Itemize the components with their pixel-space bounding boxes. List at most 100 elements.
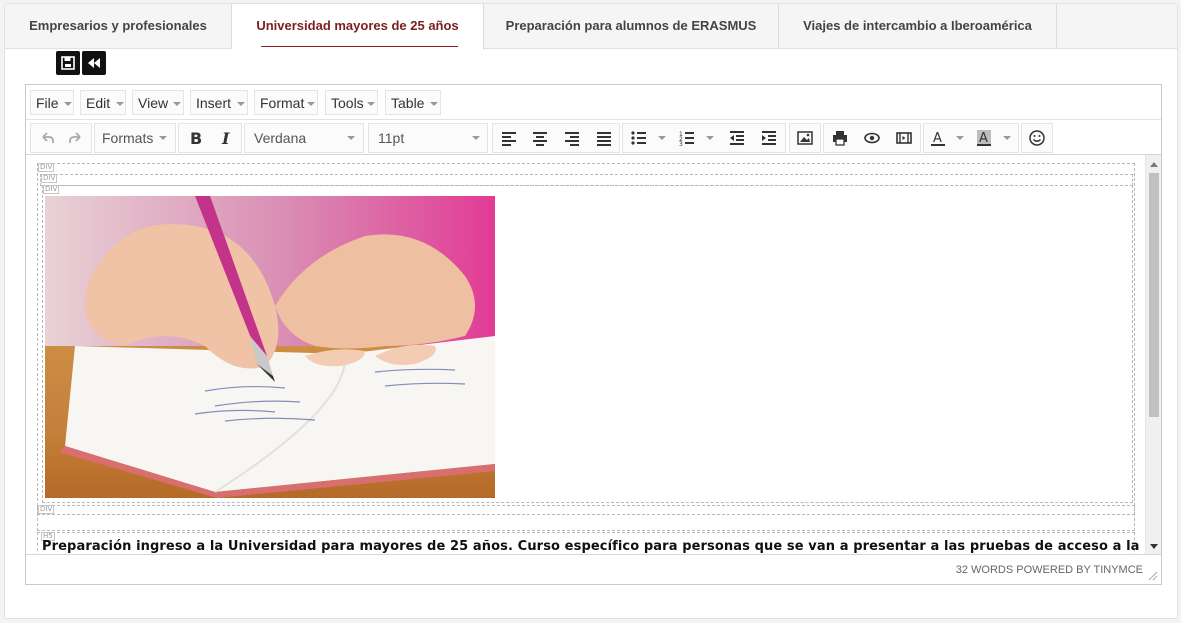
active-tab-underline [261,46,458,47]
svg-text:B: B [190,130,202,146]
menu-label: Table [391,95,425,111]
editor-statusbar: 32 WORDS POWERED BY TINYMCE [26,554,1161,584]
word-count-status: 32 WORDS POWERED BY TINYMCE [955,564,1143,576]
bullet-list-dropdown[interactable] [658,136,666,140]
svg-text:I: I [221,130,230,146]
print-icon [833,131,847,146]
content-panel: Empresarios y profesionales Universidad … [4,3,1178,619]
menu-tools[interactable]: Tools [325,90,378,115]
tab-erasmus[interactable]: Preparación para alumnos de ERASMUS [484,4,779,49]
align-center-button[interactable] [526,124,554,152]
content-image[interactable] [45,196,495,498]
back-button[interactable] [82,51,106,75]
tab-label: Preparación para alumnos de ERASMUS [505,18,757,33]
background-color-button[interactable]: A [970,124,998,152]
align-justify-icon [597,132,611,146]
media-icon [896,132,912,144]
numbered-list-dropdown[interactable] [706,136,714,140]
font-family-select[interactable]: Verdana [244,123,364,153]
tools-group [823,123,921,153]
menu-insert[interactable]: Insert [190,90,248,115]
rewind-icon [88,58,100,68]
tab-universidad[interactable]: Universidad mayores de 25 años [232,4,484,50]
align-left-icon [502,132,516,146]
redo-icon [69,132,81,143]
align-center-icon [533,132,547,146]
scrollbar-thumb[interactable] [1149,173,1159,417]
insert-image-group [789,123,821,153]
background-color-icon: A [977,130,991,146]
div-tag-label: DIV [41,174,58,183]
history-group [30,123,92,153]
undo-button[interactable] [33,124,61,152]
menu-table[interactable]: Table [385,90,441,115]
intro-paragraph[interactable]: Preparación ingreso a la Universidad par… [42,539,1146,554]
chevron-down-icon [116,102,124,106]
numbered-list-icon: 123 [679,131,694,146]
scroll-down-icon[interactable] [1146,540,1162,554]
editor-content-area[interactable]: DIV DIV DIV DIV H5 Preparación ingreso a… [26,155,1146,556]
italic-icon: I [221,130,230,146]
div-tag-label: DIV [43,185,60,194]
print-button[interactable] [826,124,854,152]
outdent-button[interactable] [723,124,751,152]
emoticons-icon [1029,130,1045,146]
text-color-button[interactable]: A [924,124,952,152]
menu-label: Edit [86,95,111,111]
formats-label: Formats [102,130,154,146]
editor-scrollbar[interactable] [1145,155,1161,556]
text-color-dropdown[interactable] [956,136,964,140]
div-tag-label: DIV [38,505,55,514]
writing-photo [45,196,495,498]
preview-button[interactable] [858,124,886,152]
menu-label: Tools [331,95,364,111]
menu-label: View [138,95,169,111]
font-family-value: Verdana [254,130,307,146]
align-justify-button[interactable] [590,124,618,152]
color-group: A A [923,123,1019,153]
chevron-down-icon [237,102,245,106]
text-color-icon: A [931,131,945,146]
insert-image-button[interactable] [791,124,819,152]
alignment-group [492,123,620,153]
svg-text:3: 3 [679,141,683,146]
menu-label: Insert [196,95,232,111]
editor-toolbar: Formats B I Verdana 11pt 1 2 3 A A [26,120,1161,155]
align-right-icon [565,132,579,146]
background-color-dropdown[interactable] [1003,136,1011,140]
save-button[interactable] [56,51,80,75]
menu-edit[interactable]: Edit [80,90,126,115]
outdent-icon [730,131,744,145]
menu-file[interactable]: File [30,90,74,115]
bullet-list-icon [631,131,646,145]
redo-button[interactable] [62,124,90,152]
preview-icon [864,132,880,144]
text-style-group: B I [178,123,242,153]
bold-button[interactable]: B [181,124,209,152]
undo-icon [42,132,54,143]
align-left-button[interactable] [495,124,523,152]
font-size-select[interactable]: 11pt [368,123,488,153]
chevron-down-icon [430,102,438,106]
media-button[interactable] [890,124,918,152]
menu-format[interactable]: Format [254,90,318,115]
indent-button[interactable] [755,124,783,152]
chevron-down-icon [159,136,167,140]
menu-view[interactable]: View [132,90,184,115]
italic-button[interactable]: I [212,124,240,152]
svg-text:A: A [933,131,942,146]
scroll-up-icon[interactable] [1146,157,1162,171]
menu-label: File [36,95,59,111]
menu-label: Format [260,95,305,111]
resize-handle-icon[interactable] [1148,571,1158,581]
chevron-down-icon [347,136,355,140]
numbered-list-button[interactable]: 123 [673,124,701,152]
chevron-down-icon [173,102,181,106]
formats-dropdown[interactable]: Formats [94,123,176,153]
align-right-button[interactable] [558,124,586,152]
tab-iberoamerica[interactable]: Viajes de intercambio a Iberoamérica [779,4,1057,49]
bullet-list-button[interactable] [625,124,653,152]
tab-empresarios[interactable]: Empresarios y profesionales [5,4,232,49]
font-size-value: 11pt [378,130,405,146]
emoticons-button[interactable] [1023,124,1051,152]
